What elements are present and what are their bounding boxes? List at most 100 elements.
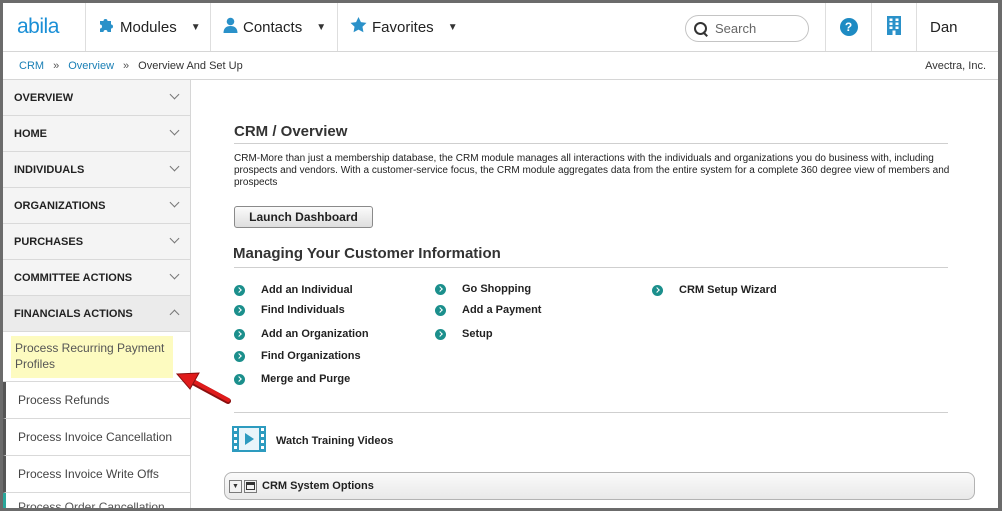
help-icon: ? <box>839 18 858 36</box>
app-window: abila Modules ▼ Contacts ▼ Favorites ▼ S… <box>0 0 1002 511</box>
link-label: Add an Individual <box>261 284 353 296</box>
page-description: CRM-More than just a membership database… <box>234 153 950 188</box>
chevron-down-icon <box>169 233 180 244</box>
chevron-up-icon <box>169 309 180 320</box>
sidebar-item-process-recurring-payment-profiles[interactable]: Process Recurring Payment Profiles <box>3 332 190 382</box>
page-title: CRM / Overview <box>234 123 348 140</box>
collapse-toggle-icon[interactable]: ▼ <box>229 479 242 493</box>
crm-system-options-panel[interactable]: ▼ CRM System Options <box>224 472 975 500</box>
search-icon[interactable] <box>693 21 709 37</box>
window-icon[interactable] <box>244 479 257 493</box>
arrow-circle-icon <box>435 328 446 340</box>
sidebar-section-label: ORGANIZATIONS <box>14 199 106 212</box>
sidebar-section-label: PURCHASES <box>14 235 84 248</box>
arrow-circle-icon <box>234 373 245 385</box>
person-icon <box>223 17 238 38</box>
sidebar-item-label: Process Refunds <box>18 393 110 407</box>
arrow-circle-icon <box>234 304 245 316</box>
main-content: CRM / Overview CRM-More than just a memb… <box>192 81 998 508</box>
link-crm-setup-wizard[interactable]: CRM Setup Wizard <box>652 284 777 296</box>
link-label: Add an Organization <box>261 328 369 340</box>
sidebar-item-label: Process Invoice Write Offs <box>18 467 159 481</box>
caret-down-icon: ▼ <box>316 21 327 33</box>
breadcrumb-link-overview[interactable]: Overview <box>68 60 114 72</box>
breadcrumb-separator: » <box>123 59 130 72</box>
sidebar-section-label: INDIVIDUALS <box>14 163 85 176</box>
sidebar-section-home[interactable]: HOME <box>3 116 190 152</box>
system-options-label: CRM System Options <box>262 480 374 492</box>
link-label: Add a Payment <box>462 304 542 316</box>
puzzle-icon <box>98 16 115 38</box>
favorites-label: Favorites <box>372 18 434 36</box>
sidebar-item-process-order-cancellation[interactable]: Process Order Cancellation <box>3 493 190 511</box>
star-icon <box>350 16 367 38</box>
divider <box>234 267 948 268</box>
user-menu[interactable]: Dan <box>916 3 998 51</box>
link-add-payment[interactable]: Add a Payment <box>435 304 541 316</box>
sidebar-section-label: HOME <box>14 127 47 140</box>
building-icon <box>887 16 901 38</box>
video-label: Watch Training Videos <box>276 434 394 447</box>
watch-training-videos-link[interactable]: Watch Training Videos <box>232 426 393 455</box>
chevron-down-icon <box>169 125 180 136</box>
sidebar-item-process-invoice-write-offs[interactable]: Process Invoice Write Offs <box>3 456 190 493</box>
link-merge-and-purge[interactable]: Merge and Purge <box>234 373 350 385</box>
sidebar-section-overview[interactable]: OVERVIEW <box>3 80 190 116</box>
sidebar-item-process-refunds[interactable]: Process Refunds <box>3 382 190 419</box>
link-label: Find Individuals <box>261 304 345 316</box>
modules-label: Modules <box>120 18 177 36</box>
link-setup[interactable]: Setup <box>435 328 493 340</box>
breadcrumb-separator: » <box>53 59 60 72</box>
link-label: Go Shopping <box>462 283 532 295</box>
link-add-organization[interactable]: Add an Organization <box>234 328 369 340</box>
modules-menu[interactable]: Modules ▼ <box>85 3 210 51</box>
sidebar: OVERVIEW HOME INDIVIDUALS ORGANIZATIONS … <box>3 80 191 511</box>
chevron-down-icon <box>169 161 180 172</box>
abila-logo[interactable]: abila <box>17 15 59 39</box>
sidebar-item-label: Process Order Cancellation <box>18 500 165 511</box>
breadcrumb-current: Overview And Set Up <box>138 59 243 72</box>
breadcrumb: CRM » Overview » Overview And Set Up Ave… <box>3 52 998 80</box>
contacts-menu[interactable]: Contacts ▼ <box>210 3 337 51</box>
contacts-label: Contacts <box>243 18 303 36</box>
sidebar-section-label: COMMITTEE ACTIONS <box>14 271 133 284</box>
arrow-circle-icon <box>652 284 663 296</box>
favorites-menu[interactable]: Favorites ▼ <box>337 3 464 51</box>
arrow-circle-icon <box>435 304 446 316</box>
annotation-arrow-icon <box>175 372 231 404</box>
sidebar-section-individuals[interactable]: INDIVIDUALS <box>3 152 190 188</box>
link-label: CRM Setup Wizard <box>679 284 777 296</box>
sidebar-item-process-invoice-cancellation[interactable]: Process Invoice Cancellation <box>3 419 190 456</box>
company-name: Avectra, Inc. <box>925 60 986 72</box>
sidebar-section-label: FINANCIALS ACTIONS <box>14 307 133 320</box>
breadcrumb-link-crm[interactable]: CRM <box>19 60 44 72</box>
link-find-organizations[interactable]: Find Organizations <box>234 350 361 362</box>
link-label: Find Organizations <box>261 350 361 362</box>
sidebar-section-committee-actions[interactable]: COMMITTEE ACTIONS <box>3 260 190 296</box>
search-input[interactable] <box>715 21 803 36</box>
sidebar-section-financials-actions[interactable]: FINANCIALS ACTIONS <box>3 296 190 332</box>
arrow-circle-icon <box>234 350 245 362</box>
sidebar-section-organizations[interactable]: ORGANIZATIONS <box>3 188 190 224</box>
link-label: Merge and Purge <box>261 373 351 385</box>
search-field[interactable] <box>685 15 809 42</box>
caret-down-icon: ▼ <box>447 21 458 33</box>
divider <box>234 143 948 144</box>
link-find-individuals[interactable]: Find Individuals <box>234 304 345 316</box>
chevron-down-icon <box>169 269 180 280</box>
sidebar-section-purchases[interactable]: PURCHASES <box>3 224 190 260</box>
link-go-shopping[interactable]: Go Shopping <box>435 283 531 295</box>
link-label: Setup <box>462 328 493 340</box>
arrow-circle-icon <box>234 328 245 340</box>
divider <box>234 412 948 413</box>
chevron-down-icon <box>169 197 180 208</box>
organization-button[interactable] <box>871 3 916 51</box>
video-film-icon <box>232 426 266 455</box>
launch-dashboard-button[interactable]: Launch Dashboard <box>234 206 373 228</box>
arrow-circle-icon <box>435 283 446 295</box>
help-button[interactable]: ? <box>825 3 871 51</box>
link-add-individual[interactable]: Add an Individual <box>234 284 353 296</box>
caret-down-icon: ▼ <box>190 21 201 33</box>
arrow-circle-icon <box>234 284 245 296</box>
sidebar-section-label: OVERVIEW <box>14 91 74 104</box>
